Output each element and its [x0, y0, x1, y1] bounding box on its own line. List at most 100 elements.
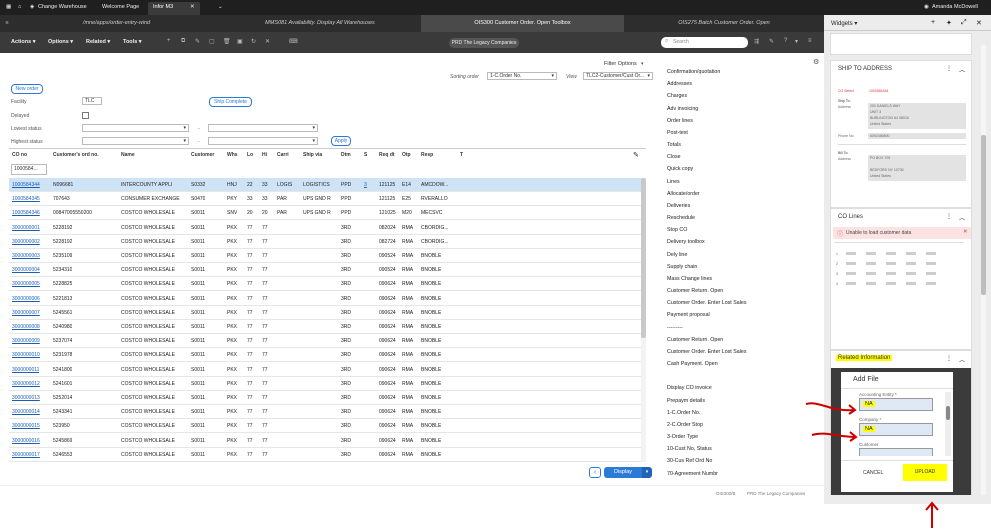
col-name[interactable]: Name [121, 149, 135, 161]
pin-icon[interactable]: ✦ [946, 19, 952, 27]
home-icon[interactable]: ⌂ [18, 4, 21, 10]
related-option-item[interactable]: 10-Cust No, Status [667, 446, 712, 452]
related-option-item[interactable]: Cash Payment. Open [667, 361, 718, 367]
table-row[interactable]: 3000000001 5228192 COSTCO WHOLESALE S0011 PK… [9, 221, 646, 235]
related-option-item[interactable]: Allocate/order [667, 191, 700, 197]
table-cell[interactable]: 3000000017 [12, 448, 40, 462]
widgets-scrollbar[interactable] [981, 45, 986, 495]
collapse-icon[interactable]: ︿ [959, 213, 965, 222]
tab-ois300[interactable]: OIS300 Customer Order. Open Toolbox [421, 15, 624, 32]
cancel-button[interactable]: CANCEL [863, 470, 883, 476]
tools-menu[interactable]: Tools ▾ [123, 39, 142, 45]
table-cell[interactable]: 3000000003 [12, 249, 40, 263]
table-row[interactable]: 3000000009 5237074 COSTCO WHOLESALE S0011 PK… [9, 334, 646, 349]
menu-icon[interactable]: ≡ [0, 15, 14, 32]
ship-complete-button[interactable]: Ship Complete [209, 97, 252, 107]
table-row[interactable]: 3000000012 5241601 COSTCO WHOLESALE S0011 PK… [9, 377, 646, 391]
refresh-icon[interactable]: ↻ [251, 38, 256, 45]
col-otp[interactable]: Otp [402, 149, 411, 161]
table-row[interactable]: 3000000017 5246553 COSTCO WHOLESALE S0011 PK… [9, 448, 646, 462]
related-option-item[interactable]: Stop CO [667, 227, 687, 233]
customer-field[interactable] [859, 448, 933, 456]
related-menu[interactable]: Related ▾ [86, 39, 110, 45]
facility-field[interactable]: TLC [82, 97, 102, 105]
filter-icon[interactable]: ⇶ [754, 38, 759, 45]
table-cell[interactable]: 3000000008 [12, 320, 40, 334]
table-cell[interactable]: 3000000004 [12, 263, 40, 277]
table-row[interactable]: 3000000015 523950 COSTCO WHOLESALE S0011 PKX… [9, 419, 646, 434]
grid-scrollbar[interactable] [641, 178, 646, 462]
highest-status-from[interactable]: ▾ [82, 137, 189, 145]
pen-icon[interactable]: ✎ [769, 38, 774, 45]
apply-button[interactable]: Apply [331, 136, 351, 146]
related-option-item[interactable]: Charges [667, 93, 687, 99]
user-name[interactable]: Amanda McDowell [932, 4, 978, 10]
chevron-down-icon[interactable]: ▾ [795, 38, 798, 45]
table-cell[interactable]: 3000000001 [12, 221, 40, 235]
close-widgets-icon[interactable]: ✕ [976, 19, 982, 27]
table-cell[interactable]: 1000584344 [12, 178, 40, 192]
related-option-item[interactable]: Lines [667, 179, 680, 185]
close-icon[interactable]: ✕ [265, 38, 270, 45]
col-whs[interactable]: Whs [227, 149, 238, 161]
tab-order-entry[interactable]: /mne/apps/order-entry-wind [14, 15, 219, 32]
edit-icon[interactable]: ✎ [195, 38, 200, 45]
related-option-item[interactable]: Totals [667, 142, 681, 148]
col-ship-via[interactable]: Ship via [303, 149, 322, 161]
table-row[interactable]: 3000000014 5243341 COSTCO WHOLESALE S0011 PK… [9, 405, 646, 420]
col-hi[interactable]: Hi [262, 149, 267, 161]
grid-edit-icon[interactable]: ✎ [633, 151, 639, 159]
card-more-icon[interactable]: ⋮ [946, 355, 952, 362]
user-avatar-icon[interactable]: ◉ [924, 4, 929, 10]
table-cell[interactable]: 3000000016 [12, 434, 40, 448]
related-option-item[interactable]: Dely line [667, 252, 687, 258]
related-option-item[interactable]: Addresses [667, 81, 692, 87]
collapse-icon[interactable]: ︿ [959, 65, 965, 74]
options-menu[interactable]: Options ▾ [48, 39, 73, 45]
col-resp[interactable]: Resp [421, 149, 433, 161]
related-option-item[interactable]: 3-Order Type [667, 434, 698, 440]
table-cell[interactable]: 3000000013 [12, 391, 40, 405]
related-option-item[interactable]: Prepaym details [667, 398, 705, 404]
table-cell[interactable]: 3000000007 [12, 306, 40, 320]
table-row[interactable]: 3000000008 5240980 COSTCO WHOLESALE S0011 PK… [9, 320, 646, 334]
related-option-item[interactable]: 2-C.Order Stop [667, 422, 703, 428]
search-input[interactable]: Search [661, 37, 748, 48]
table-cell[interactable]: 1000584345 [12, 192, 40, 206]
related-option-item[interactable]: Post-text [667, 130, 688, 136]
related-option-item[interactable]: Customer Order. Enter Lost Sales [667, 300, 747, 306]
col-t[interactable]: T [460, 149, 463, 161]
add-widget-icon[interactable]: + [931, 19, 935, 26]
dismiss-error-icon[interactable]: ✕ [963, 229, 968, 235]
table-row[interactable]: 3000000006 5221813 COSTCO WHOLESALE S0011 PK… [9, 292, 646, 306]
col-dtm[interactable]: Dtm [341, 149, 351, 161]
related-option-item[interactable]: Close [667, 154, 681, 160]
widgets-title[interactable]: Widgets ▾ [831, 20, 857, 27]
close-tab-icon[interactable]: ✕ [190, 4, 195, 10]
more-menu-icon[interactable]: ≡ [808, 38, 812, 44]
accounting-entity-field[interactable]: NA [859, 398, 933, 411]
chevron-down-icon[interactable]: ▾ [641, 61, 644, 67]
add-icon[interactable]: + [167, 38, 171, 44]
expand-icon[interactable]: ⤢ [961, 19, 967, 27]
save-icon[interactable]: ▣ [237, 38, 243, 45]
delete-icon[interactable]: 🗑 [223, 38, 231, 45]
table-cell[interactable]: 3000000005 [12, 277, 40, 291]
related-option-item[interactable]: Deliveries [667, 203, 690, 209]
related-option-item[interactable]: 70-Agreement Numbr [667, 471, 718, 477]
welcome-page-tab[interactable]: Welcome Page [102, 4, 139, 10]
collapse-icon[interactable]: ︿ [959, 355, 965, 364]
col-co-no[interactable]: CO no [12, 149, 27, 161]
related-option-item[interactable]: 1-C.Order No. [667, 410, 700, 416]
display-button[interactable]: Display [604, 467, 642, 478]
related-option-item[interactable]: Reschedule [667, 215, 695, 221]
col-customer-ord-no[interactable]: Customer's ord no. [53, 149, 99, 161]
new-order-button[interactable]: New order [11, 84, 43, 94]
dialog-scrollbar[interactable] [945, 392, 951, 456]
col-customer[interactable]: Customer [191, 149, 214, 161]
card-more-icon[interactable]: ⋮ [946, 65, 952, 72]
col-lo[interactable]: Lo [247, 149, 253, 161]
related-option-item[interactable]: 30-Cus Ref Ord No [667, 458, 712, 464]
app-grid-icon[interactable]: ▦ [6, 4, 11, 10]
table-row[interactable]: 1000584344 N096681 INTERCOUNTY APPLI S0332 H… [9, 178, 646, 192]
